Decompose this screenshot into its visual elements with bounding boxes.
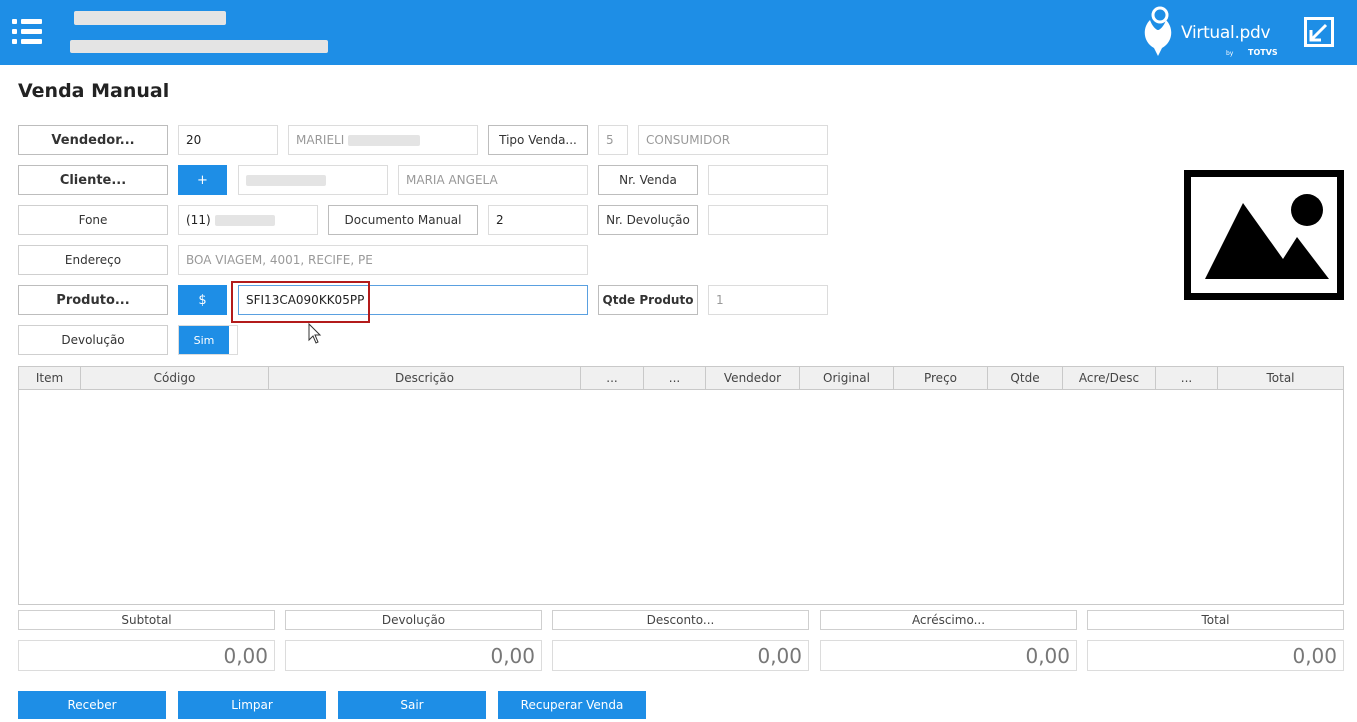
total-value: 0,00 <box>1087 640 1344 671</box>
qtde-produto-value: 1 <box>716 293 724 307</box>
col-extra-2[interactable]: ... <box>644 367 706 389</box>
items-grid[interactable]: Item Código Descrição ... ... Vendedor O… <box>18 366 1344 605</box>
col-extra-3[interactable]: ... <box>1156 367 1218 389</box>
endereco-value: BOA VIAGEM, 4001, RECIFE, PE <box>186 253 373 267</box>
tipo-venda-code-field: 5 <box>598 125 628 155</box>
cliente-name-field: MARIA ANGELA <box>398 165 588 195</box>
brand-by: by <box>1226 50 1234 57</box>
expand-window-icon[interactable] <box>1304 17 1334 47</box>
vendedor-name: MARIELI <box>296 133 345 147</box>
fone-field[interactable]: (11) <box>178 205 318 235</box>
devolucao-toggle[interactable]: Sim <box>178 325 238 355</box>
redacted-store-name <box>74 11 226 25</box>
documento-manual-label: Documento Manual <box>328 205 478 235</box>
vendedor-code: 20 <box>186 133 202 147</box>
devolucao-label: Devolução <box>18 325 168 355</box>
redacted-store-info <box>70 40 328 53</box>
col-descricao[interactable]: Descrição <box>269 367 581 389</box>
col-codigo[interactable]: Código <box>81 367 269 389</box>
desconto-label[interactable]: Desconto... <box>552 610 809 630</box>
col-total[interactable]: Total <box>1218 367 1343 389</box>
subtotal-value: 0,00 <box>18 640 275 671</box>
qtde-produto-label: Qtde Produto <box>598 285 698 315</box>
logo-mark-icon <box>1144 6 1172 56</box>
desconto-value: 0,00 <box>552 640 809 671</box>
top-bar: Virtual.pdv by TOTVS <box>0 0 1357 65</box>
tipo-venda-name: CONSUMIDOR <box>646 133 731 147</box>
add-cliente-button[interactable]: + <box>178 165 227 195</box>
devolucao-sim-button[interactable]: Sim <box>179 326 229 354</box>
produto-price-button[interactable]: $ <box>178 285 227 315</box>
virtual-pdv-logo: Virtual.pdv by TOTVS <box>1140 6 1278 60</box>
recuperar-venda-button[interactable]: Recuperar Venda <box>498 691 646 719</box>
endereco-label: Endereço <box>18 245 168 275</box>
grid-header: Item Código Descrição ... ... Vendedor O… <box>19 367 1343 390</box>
menu-icon[interactable] <box>12 18 44 46</box>
receber-button[interactable]: Receber <box>18 691 166 719</box>
nr-devolucao-label: Nr. Devolução <box>598 205 698 235</box>
mouse-cursor-icon <box>308 323 322 344</box>
produto-button[interactable]: Produto... <box>18 285 168 315</box>
devolucao-total-label: Devolução <box>285 610 542 630</box>
redacted-vendedor-surname <box>348 134 421 146</box>
devolucao-total-value: 0,00 <box>285 640 542 671</box>
limpar-button[interactable]: Limpar <box>178 691 326 719</box>
documento-manual-field[interactable]: 2 <box>488 205 588 235</box>
tipo-venda-button[interactable]: Tipo Venda... <box>488 125 588 155</box>
product-image-placeholder <box>1184 170 1344 300</box>
col-preco[interactable]: Preço <box>894 367 988 389</box>
fone-label: Fone <box>18 205 168 235</box>
subtotal-label: Subtotal <box>18 610 275 630</box>
qtde-produto-field[interactable]: 1 <box>708 285 828 315</box>
nr-venda-field[interactable] <box>708 165 828 195</box>
acrescimo-value: 0,00 <box>820 640 1077 671</box>
nr-devolucao-field[interactable] <box>708 205 828 235</box>
sair-button[interactable]: Sair <box>338 691 486 719</box>
redacted-cliente-code <box>246 174 326 186</box>
redacted-phone-number <box>214 214 275 226</box>
documento-manual-value: 2 <box>496 213 504 227</box>
cliente-button[interactable]: Cliente... <box>18 165 168 195</box>
vendedor-name-field: MARIELI <box>288 125 478 155</box>
vendedor-button[interactable]: Vendedor... <box>18 125 168 155</box>
endereco-field: BOA VIAGEM, 4001, RECIFE, PE <box>178 245 588 275</box>
brand-name: Virtual.pdv <box>1181 23 1271 43</box>
total-label: Total <box>1087 610 1344 630</box>
image-icon <box>1205 194 1329 279</box>
col-item[interactable]: Item <box>19 367 81 389</box>
nr-venda-label: Nr. Venda <box>598 165 698 195</box>
highlight-box <box>231 281 370 323</box>
acrescimo-label[interactable]: Acréscimo... <box>820 610 1077 630</box>
page-title: Venda Manual <box>18 80 170 102</box>
col-extra-1[interactable]: ... <box>581 367 644 389</box>
tipo-venda-code: 5 <box>606 133 614 147</box>
tipo-venda-name-field: CONSUMIDOR <box>638 125 828 155</box>
col-vendedor[interactable]: Vendedor <box>706 367 800 389</box>
cliente-code-field[interactable] <box>238 165 388 195</box>
col-original[interactable]: Original <box>800 367 894 389</box>
brand-company: TOTVS <box>1248 48 1278 57</box>
vendedor-code-field[interactable]: 20 <box>178 125 278 155</box>
col-qtde[interactable]: Qtde <box>988 367 1063 389</box>
cliente-name: MARIA ANGELA <box>406 173 498 187</box>
col-acre-desc[interactable]: Acre/Desc <box>1063 367 1156 389</box>
fone-value: (11) <box>186 213 211 227</box>
